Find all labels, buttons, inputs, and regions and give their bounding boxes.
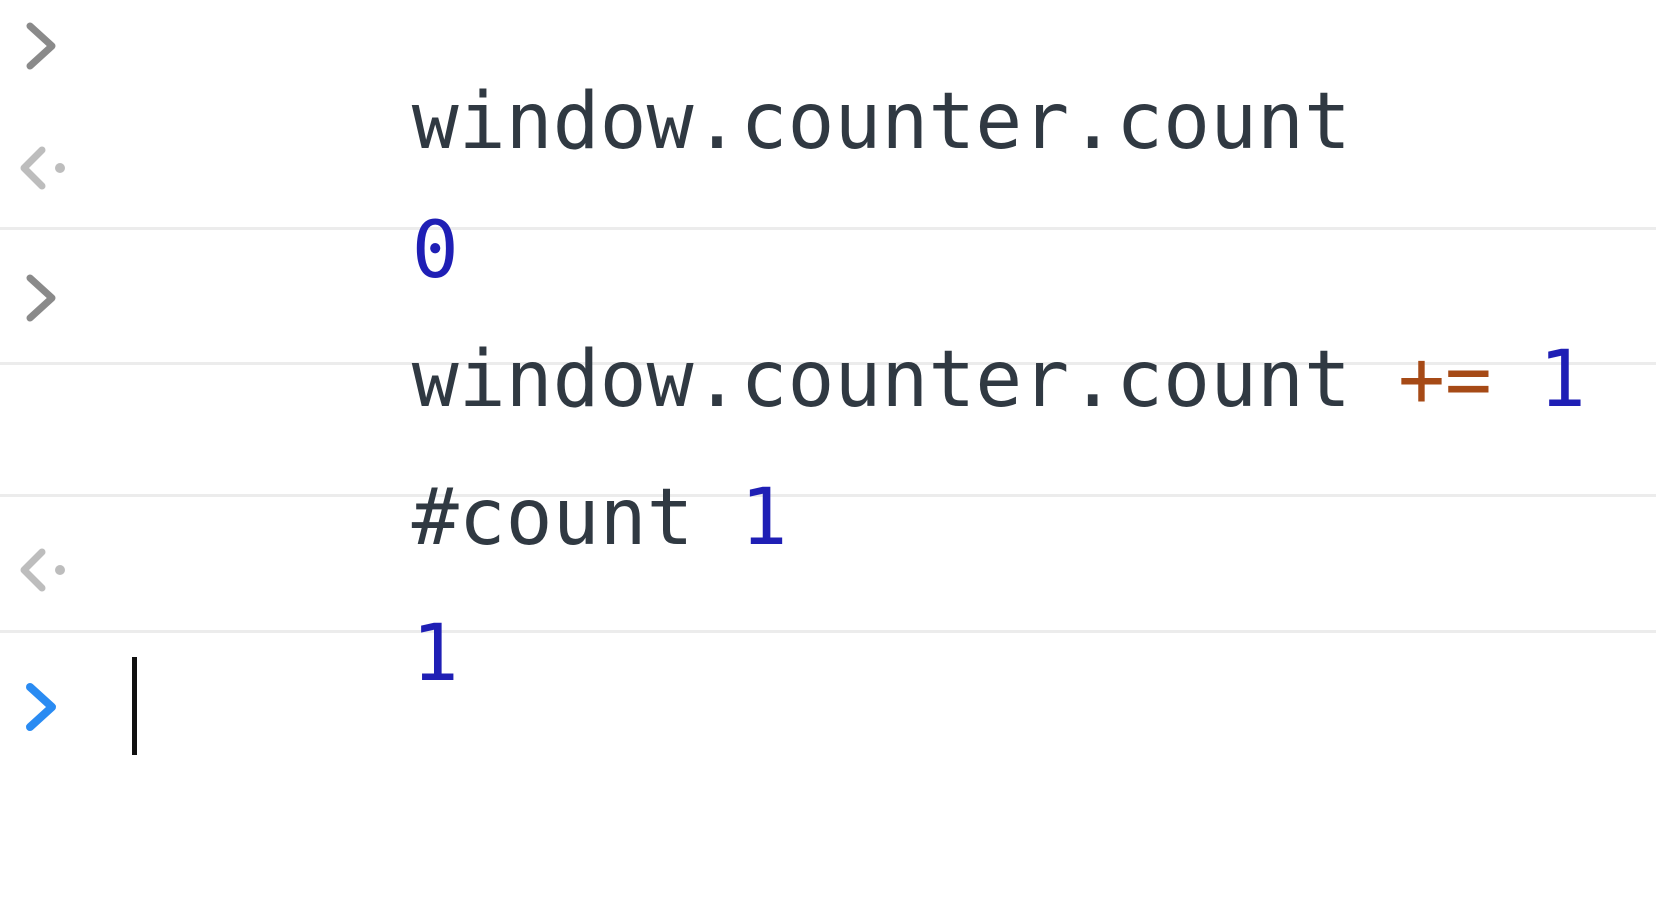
input-chevron-icon	[0, 230, 110, 362]
console-input-row: window.counter.count	[0, 0, 1656, 161]
prompt-chevron-icon	[0, 633, 110, 804]
console-panel: window.counter.count 0 window.counter.co…	[0, 0, 1656, 804]
input-chevron-icon	[0, 0, 110, 100]
console-log-row: #count 1	[0, 365, 1656, 557]
text-caret	[132, 657, 137, 755]
result-arrow-icon	[0, 497, 110, 630]
console-prompt-input[interactable]	[130, 671, 412, 905]
console-result-row: 1	[0, 497, 1656, 693]
result-arrow-icon	[0, 100, 110, 227]
console-result-row: 0	[0, 100, 1656, 290]
console-prompt[interactable]	[0, 633, 1656, 804]
console-input-row: window.counter.count += 1	[0, 230, 1656, 419]
